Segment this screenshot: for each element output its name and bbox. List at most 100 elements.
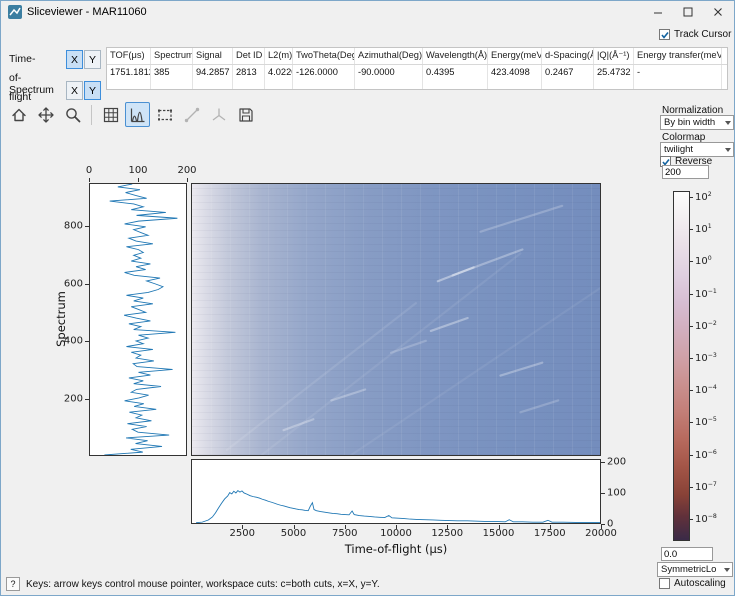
spectrum-y-button[interactable]: Y (84, 81, 101, 100)
save-icon (237, 106, 255, 124)
region-selection-icon (156, 106, 174, 124)
colorbar-tick-label: 102 (695, 191, 712, 203)
counts-tick-label: 100 (607, 488, 626, 499)
table-value-cell: 0.2467 (542, 65, 594, 89)
colorbar-min-input[interactable] (661, 547, 713, 561)
table-header-cell: L2(m) (265, 48, 293, 64)
tick-mark (601, 493, 605, 494)
bottom-profile-plot[interactable] (191, 459, 601, 524)
table-value-cell: 1751.1812 (107, 65, 151, 89)
cursor-info-table: TOF(μs)SpectrumSignalDet IDL2(m)TwoTheta… (106, 47, 728, 90)
tick-mark (294, 525, 295, 529)
tick-mark (690, 326, 693, 327)
region-selection-tool-button[interactable] (152, 102, 177, 127)
y-axis-label: Spectrum (54, 291, 68, 347)
chevron-down-icon (724, 568, 730, 572)
colorbar-tick-label: 10−8 (695, 513, 717, 525)
save-tool-button[interactable] (233, 102, 258, 127)
lineplots-icon (129, 106, 147, 124)
y-tick-label: 800 (64, 221, 83, 232)
scale-type-value: SymmetricLo (661, 564, 716, 575)
close-button[interactable] (703, 2, 733, 22)
table-header-cell: Spectrum (151, 48, 193, 64)
home-tool-button[interactable] (6, 102, 31, 127)
help-button[interactable]: ? (6, 577, 20, 591)
colorbar-tick-label: 10−3 (695, 352, 717, 364)
tof-x-button[interactable]: X (66, 50, 83, 69)
tick-mark (690, 422, 693, 423)
x-tick-label: 15000 (483, 528, 515, 539)
statusbar: ? Keys: arrow keys control mouse pointer… (1, 573, 651, 595)
x-tick-label: 10000 (380, 528, 412, 539)
colorbar-tick-label: 10−1 (695, 287, 717, 299)
zoom-icon (64, 106, 82, 124)
table-header-cell: Signal (193, 48, 233, 64)
chevron-down-icon (725, 148, 731, 152)
x-tick-label: 12500 (431, 528, 463, 539)
tick-mark (690, 261, 693, 262)
colorbar-max-input[interactable] (662, 165, 709, 179)
colorbar-tick-label: 10−6 (695, 448, 717, 460)
track-cursor-checkbox[interactable]: Track Cursor (659, 29, 731, 40)
colorbar-tick-label: 10−2 (695, 320, 717, 332)
tick-mark (690, 487, 693, 488)
non-axis-cuts-tool-button[interactable] (206, 102, 231, 127)
normalization-value: By bin width (664, 117, 715, 128)
titlebar[interactable]: Sliceviewer - MAR11060 (1, 1, 734, 23)
colorbar-tick-label: 100 (695, 255, 712, 267)
table-header-cell: Wavelength(Å) (423, 48, 488, 64)
normalization-dropdown[interactable]: By bin width (660, 115, 734, 130)
line-cuts-tool-button[interactable] (179, 102, 204, 127)
minimize-icon (650, 4, 666, 20)
x-tick-label: 5000 (281, 528, 306, 539)
bottom-profile-svg (192, 460, 600, 523)
colorbar-tick-label: 10−4 (695, 384, 717, 396)
colormap-dropdown[interactable]: twilight (660, 142, 734, 157)
tick-mark (690, 390, 693, 391)
table-value-cell: 423.4098 (488, 65, 542, 89)
grid-tool-button[interactable] (98, 102, 123, 127)
counts-tick-label: 100 (128, 165, 147, 176)
x-tick-label: 17500 (534, 528, 566, 539)
left-profile-plot[interactable] (89, 183, 187, 456)
autoscaling-label: Autoscaling (674, 578, 726, 589)
table-value-cell: 2813 (233, 65, 265, 89)
tick-mark (89, 178, 90, 182)
counts-tick-label: 200 (607, 457, 626, 468)
line-cuts-icon (183, 106, 201, 124)
table-header-cell: |Q|(Å⁻¹) (594, 48, 634, 64)
tick-mark (242, 525, 243, 529)
y-tick-label: 600 (64, 278, 83, 289)
toolbar-divider (91, 105, 92, 125)
table-value-cell: 4.0220 (265, 65, 293, 89)
lineplots-tool-button[interactable] (125, 102, 150, 127)
tick-mark (138, 178, 139, 182)
spectrum-x-button[interactable]: X (66, 81, 83, 100)
tick-mark (601, 462, 605, 463)
table-value-cell: 25.4732 (594, 65, 634, 89)
tick-mark (187, 178, 188, 182)
table-value-cell: -90.0000 (355, 65, 423, 89)
sliceviewer-window: Sliceviewer - MAR11060 Track Cursor Time… (0, 0, 735, 596)
x-tick-label: 20000 (585, 528, 617, 539)
table-value-cell: - (634, 65, 722, 89)
autoscaling-checkbox[interactable]: Autoscaling (659, 578, 726, 589)
table-header-cell: d-Spacing(Å) (542, 48, 594, 64)
pan-tool-button[interactable] (33, 102, 58, 127)
track-cursor-label: Track Cursor (674, 29, 731, 40)
checkbox-checked-icon (659, 29, 670, 40)
minimize-button[interactable] (643, 2, 673, 22)
tick-mark (690, 455, 693, 456)
maximize-button[interactable] (673, 2, 703, 22)
scale-type-dropdown[interactable]: SymmetricLo (657, 562, 733, 577)
plot-toolbar (6, 102, 258, 127)
grid-icon (102, 106, 120, 124)
counts-tick-label: 0 (607, 519, 613, 530)
heatmap-image[interactable] (191, 183, 601, 456)
chevron-down-icon (725, 121, 731, 125)
app-icon (8, 5, 22, 19)
tof-y-button[interactable]: Y (84, 50, 101, 69)
table-value-cell: 0.4395 (423, 65, 488, 89)
zoom-tool-button[interactable] (60, 102, 85, 127)
window-title: Sliceviewer - MAR11060 (27, 6, 147, 18)
